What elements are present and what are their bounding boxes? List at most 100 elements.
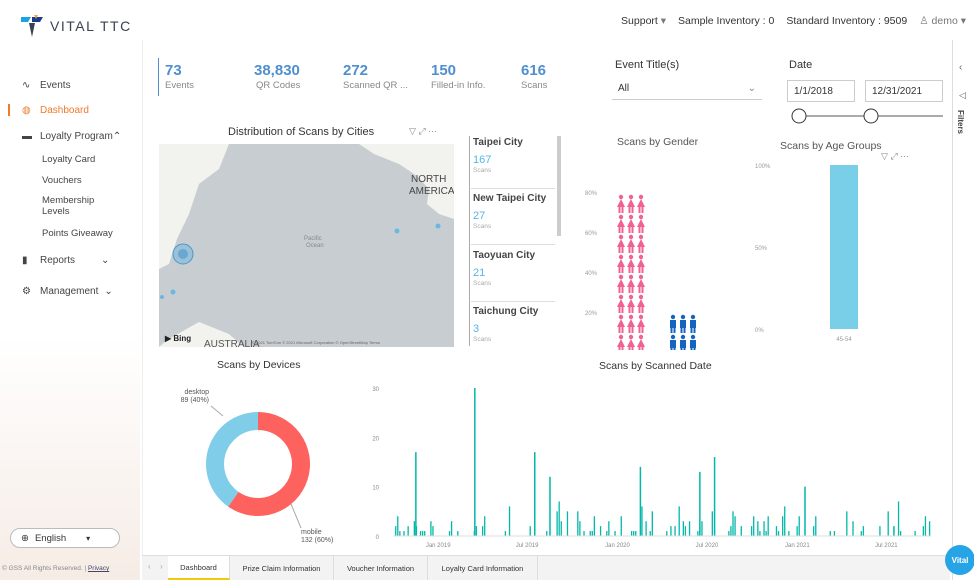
tab-voucher[interactable]: Voucher Information [334, 556, 428, 580]
date-bar[interactable] [591, 531, 593, 536]
collapse-icon[interactable]: ‹ [959, 62, 962, 73]
date-peak-bar[interactable] [415, 452, 417, 536]
date-bar[interactable] [879, 526, 881, 536]
date-bar[interactable] [765, 531, 767, 536]
privacy-link[interactable]: Privacy [88, 565, 109, 572]
date-from-input[interactable]: 1/1/2018 [787, 80, 855, 102]
tab-prev-icon[interactable]: ‹ [148, 562, 151, 571]
donut-slice-desktop[interactable] [206, 412, 258, 507]
city-card[interactable]: Taipei City 167 Scans [473, 137, 559, 174]
date-bar[interactable] [784, 506, 786, 536]
date-bar[interactable] [403, 531, 405, 536]
date-bar[interactable] [897, 501, 900, 536]
date-bar[interactable] [833, 531, 836, 536]
date-bar[interactable] [813, 526, 815, 536]
tab-next-icon[interactable]: › [160, 562, 163, 571]
more-options-icon[interactable]: ⋯ [428, 126, 437, 136]
date-bar[interactable] [484, 516, 486, 536]
vital-chat-button[interactable]: Vital [945, 545, 974, 575]
date-bar[interactable] [606, 531, 608, 536]
map[interactable]: NORTH AMERICA Pacific Ocean ▶ Bing AUSTR… [159, 144, 454, 347]
date-bar[interactable] [529, 526, 531, 536]
date-bar[interactable] [630, 531, 633, 536]
date-bar[interactable] [651, 511, 653, 536]
date-bar[interactable] [796, 526, 798, 536]
date-bar[interactable] [608, 521, 610, 536]
date-bar[interactable] [740, 526, 742, 536]
date-bar[interactable] [577, 511, 579, 536]
date-bar[interactable] [815, 516, 817, 536]
focus-mode-icon[interactable]: ⤢ [418, 126, 425, 136]
date-bar[interactable] [645, 521, 647, 536]
date-bar[interactable] [846, 511, 848, 536]
date-bar[interactable] [922, 526, 925, 536]
support-menu[interactable]: Support ▾ [621, 15, 666, 27]
slider-handle-end[interactable] [863, 108, 879, 124]
date-bar[interactable] [798, 516, 800, 536]
date-range-slider[interactable] [787, 108, 943, 124]
sidebar-item-management[interactable]: ⚙ Management ⌄ [22, 286, 113, 297]
filters-pane[interactable]: ‹ ◁ Filters [952, 40, 974, 580]
gender-chart[interactable]: 0%20%40%60%80%femalemale [583, 154, 723, 350]
date-bar[interactable] [734, 516, 736, 536]
date-bar[interactable] [678, 506, 680, 536]
date-bar[interactable] [777, 531, 780, 536]
date-bar[interactable] [579, 521, 581, 536]
date-bar[interactable] [508, 506, 511, 536]
date-bar[interactable] [583, 531, 585, 536]
date-to-input[interactable]: 12/31/2021 [865, 80, 943, 102]
event-title-dropdown[interactable]: All ⌄ [612, 78, 762, 100]
date-bar[interactable] [924, 516, 927, 536]
date-bar[interactable] [593, 516, 596, 536]
sidebar-item-loyalty-program[interactable]: ▬ Loyalty Program ⌃ [22, 131, 121, 142]
city-card[interactable]: Taoyuan City 21 Scans [473, 250, 559, 287]
filter-icon[interactable]: ▽ [409, 126, 416, 136]
devices-chart[interactable]: desktop89 (40%) mobile132 (60%) [163, 376, 353, 556]
date-bar[interactable] [829, 531, 831, 536]
tab-loyalty-card[interactable]: Loyalty Card Information [428, 556, 538, 580]
date-bar[interactable] [614, 531, 616, 536]
date-bar[interactable] [566, 511, 569, 536]
date-bar[interactable] [688, 521, 691, 536]
date-peak-bar[interactable] [534, 452, 536, 536]
date-bar[interactable] [419, 531, 422, 536]
date-bar[interactable] [862, 526, 865, 536]
city-card[interactable]: New Taipei City 27 Scans [473, 193, 559, 230]
date-bar[interactable] [556, 511, 558, 536]
date-bar[interactable] [860, 531, 862, 536]
date-bar[interactable] [928, 521, 931, 536]
date-bar[interactable] [759, 531, 761, 536]
date-peak-bar[interactable] [549, 476, 551, 536]
date-bar[interactable] [701, 521, 703, 536]
date-bar[interactable] [788, 531, 790, 536]
date-bar[interactable] [432, 526, 434, 536]
date-bar[interactable] [641, 506, 643, 536]
city-card[interactable]: Taichung City 3 Scans [473, 306, 559, 343]
date-peak-bar[interactable] [474, 388, 476, 536]
date-peak-bar[interactable] [804, 486, 806, 536]
sidebar-subitem-points-giveaway[interactable]: Points Giveaway [42, 228, 113, 239]
sidebar-item-events[interactable]: ∿ Events [22, 80, 71, 91]
date-bar[interactable] [475, 526, 478, 536]
date-bar[interactable] [674, 526, 676, 536]
date-bar[interactable] [560, 521, 562, 536]
logo[interactable]: VITAL TTC [20, 14, 132, 38]
date-bar[interactable] [728, 531, 730, 536]
tab-dashboard[interactable]: Dashboard [168, 556, 230, 580]
date-bar[interactable] [633, 531, 635, 536]
date-peak-bar[interactable] [713, 457, 716, 536]
date-bar[interactable] [481, 526, 484, 536]
date-bar[interactable] [753, 516, 755, 536]
date-bar[interactable] [413, 521, 415, 536]
date-bar[interactable] [767, 516, 769, 536]
date-bar[interactable] [730, 526, 732, 536]
date-bar[interactable] [757, 521, 759, 536]
sidebar-subitem-membership-levels[interactable]: Membership Levels [42, 195, 122, 217]
date-bar[interactable] [546, 531, 548, 536]
date-bar[interactable] [620, 516, 622, 536]
slider-handle-start[interactable] [791, 108, 807, 124]
date-bar[interactable] [684, 526, 687, 536]
date-peak-bar[interactable] [699, 471, 701, 536]
date-bar[interactable] [421, 531, 424, 536]
age-bar[interactable] [830, 165, 858, 329]
